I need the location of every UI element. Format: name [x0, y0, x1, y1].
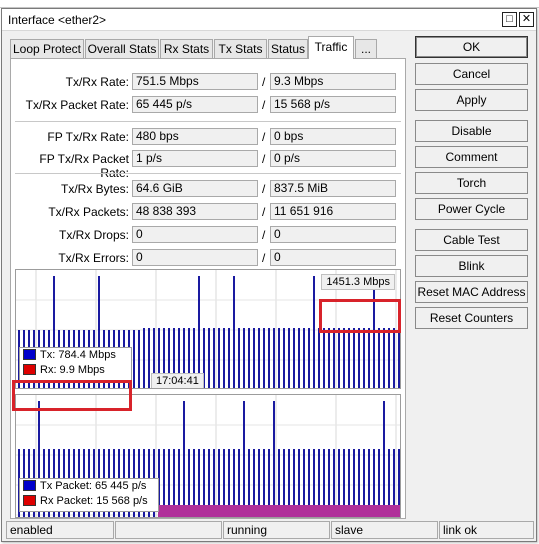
- tab-more[interactable]: ...: [355, 39, 377, 58]
- legend-rx: Rx: 9.9 Mbps: [23, 364, 128, 379]
- bytes-label: Tx/Rx Bytes:: [60, 182, 129, 196]
- packet-rate-label: Tx/Rx Packet Rate:: [25, 98, 129, 112]
- legend-tx-packet-label: Tx Packet: 65 445 p/s: [40, 480, 147, 492]
- legend-rx-packet: Rx Packet: 15 568 p/s: [23, 495, 155, 510]
- status-link: link ok: [439, 521, 534, 539]
- rx-packet-rate-field[interactable]: 15 568 p/s: [270, 96, 396, 113]
- tab-rx-stats[interactable]: Rx Stats: [160, 39, 213, 58]
- tx-packet-rate-field[interactable]: 65 445 p/s: [132, 96, 258, 113]
- separator-slash: /: [262, 98, 266, 112]
- status-enabled: enabled: [6, 521, 114, 539]
- torch-button[interactable]: Torch: [415, 172, 528, 194]
- blink-button[interactable]: Blink: [415, 255, 528, 277]
- packets-label: Tx/Rx Packets:: [48, 205, 129, 219]
- separator-slash: /: [262, 152, 266, 166]
- rx-bytes-field[interactable]: 837.5 MiB: [270, 180, 396, 197]
- legend-rx-packet-label: Rx Packet: 15 568 p/s: [40, 495, 148, 507]
- cancel-button[interactable]: Cancel: [415, 63, 528, 85]
- interface-window: Interface <ether2> □ ✕ Loop Protect Over…: [1, 8, 537, 542]
- fp-rate-label: FP Tx/Rx Rate:: [47, 130, 129, 144]
- packet-rate-graph: Tx Packet: 65 445 p/s Rx Packet: 15 568 …: [15, 394, 401, 518]
- comment-button[interactable]: Comment: [415, 146, 528, 168]
- fp-tx-packet-rate-field[interactable]: 1 p/s: [132, 150, 258, 167]
- rx-swatch: [23, 364, 36, 375]
- tx-errors-field[interactable]: 0: [132, 249, 258, 266]
- apply-button[interactable]: Apply: [415, 89, 528, 111]
- tx-swatch: [23, 349, 36, 360]
- drops-label: Tx/Rx Drops:: [58, 228, 129, 242]
- separator-slash: /: [262, 75, 266, 89]
- separator-slash: /: [262, 130, 266, 144]
- maximize-icon[interactable]: □: [502, 12, 517, 27]
- fp-packet-rate-label: FP Tx/Rx Packet Rate:: [39, 152, 129, 180]
- reset-mac-address-button[interactable]: Reset MAC Address: [415, 281, 528, 303]
- status-bar: enabled running slave link ok: [6, 521, 534, 539]
- tx-packets-field[interactable]: 48 838 393: [132, 203, 258, 220]
- tab-traffic[interactable]: Traffic: [308, 36, 354, 59]
- background-window-strip: [0, 0, 539, 8]
- fp-rx-packet-rate-field[interactable]: 0 p/s: [270, 150, 396, 167]
- rx-packet-swatch: [23, 495, 36, 506]
- tx-rate-field[interactable]: 751.5 Mbps: [132, 73, 258, 90]
- close-icon[interactable]: ✕: [519, 12, 534, 27]
- rx-packets-field[interactable]: 11 651 916: [270, 203, 396, 220]
- traffic-panel: Tx/Rx Rate: 751.5 Mbps / 9.3 Mbps Tx/Rx …: [10, 58, 406, 519]
- separator-slash: /: [262, 182, 266, 196]
- legend-tx-packet: Tx Packet: 65 445 p/s: [23, 480, 155, 495]
- tx-rate-highlight: [12, 380, 132, 411]
- tx-packet-swatch: [23, 480, 36, 491]
- status-slave: slave: [331, 521, 438, 539]
- window-title: Interface <ether2>: [8, 13, 107, 27]
- tx-drops-field[interactable]: 0: [132, 226, 258, 243]
- separator-slash: /: [262, 228, 266, 242]
- tab-loop-protect[interactable]: Loop Protect: [10, 39, 84, 58]
- legend-tx: Tx: 784.4 Mbps: [23, 349, 128, 364]
- rx-rate-field[interactable]: 9.3 Mbps: [270, 73, 396, 90]
- legend-tx-label: Tx: 784.4 Mbps: [40, 349, 116, 361]
- traffic-rate-legend: Tx: 784.4 Mbps Rx: 9.9 Mbps: [19, 347, 132, 381]
- power-cycle-button[interactable]: Power Cycle: [415, 198, 528, 220]
- time-label: 17:04:41: [151, 373, 204, 388]
- legend-rx-label: Rx: 9.9 Mbps: [40, 364, 105, 376]
- divider: [15, 173, 401, 174]
- tx-bytes-field[interactable]: 64.6 GiB: [132, 180, 258, 197]
- status-empty: [115, 521, 222, 539]
- rx-errors-field[interactable]: 0: [270, 249, 396, 266]
- reset-counters-button[interactable]: Reset Counters: [415, 307, 528, 329]
- separator-slash: /: [262, 251, 266, 265]
- max-rate-label: 1451.3 Mbps: [321, 274, 395, 290]
- fp-tx-rate-field[interactable]: 480 bps: [132, 128, 258, 145]
- status-running: running: [223, 521, 330, 539]
- rx-drops-field[interactable]: 0: [270, 226, 396, 243]
- fp-rx-rate-field[interactable]: 0 bps: [270, 128, 396, 145]
- errors-label: Tx/Rx Errors:: [58, 251, 129, 265]
- ok-button[interactable]: OK: [415, 36, 528, 58]
- title-bar[interactable]: Interface <ether2> □ ✕: [2, 9, 536, 31]
- cable-test-button[interactable]: Cable Test: [415, 229, 528, 251]
- tab-tx-stats[interactable]: Tx Stats: [214, 39, 267, 58]
- packet-rate-legend: Tx Packet: 65 445 p/s Rx Packet: 15 568 …: [19, 478, 159, 512]
- separator-slash: /: [262, 205, 266, 219]
- tab-overall-stats[interactable]: Overall Stats: [85, 39, 159, 58]
- tab-status[interactable]: Status: [268, 39, 308, 58]
- rate-label: Tx/Rx Rate:: [65, 75, 129, 89]
- disable-button[interactable]: Disable: [415, 120, 528, 142]
- divider: [15, 121, 401, 122]
- max-rate-highlight: [319, 299, 401, 333]
